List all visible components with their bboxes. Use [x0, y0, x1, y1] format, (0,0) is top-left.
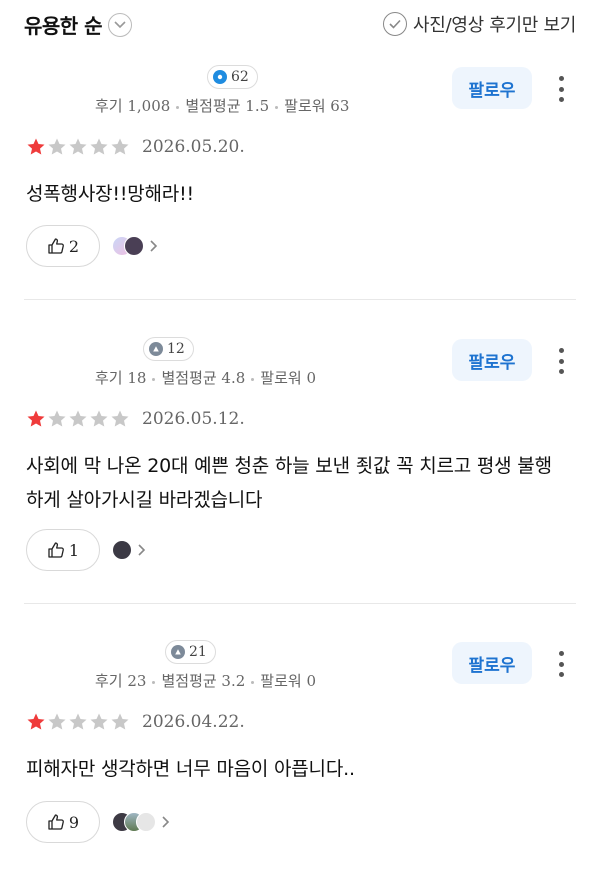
- review-date: 2026.05.12.: [142, 409, 245, 429]
- star-empty-icon: [90, 410, 108, 427]
- reviewer-stats: 후기 1,008 별점평균 1.5 팔로워 63: [95, 97, 350, 115]
- star-rating: [26, 409, 131, 429]
- star-empty-icon: [90, 713, 108, 730]
- avatar: [124, 236, 144, 256]
- star-empty-icon: [69, 713, 87, 730]
- star-empty-icon: [111, 713, 129, 730]
- more-options-icon[interactable]: [556, 348, 566, 374]
- chevron-right-icon: [150, 240, 158, 252]
- star-filled-icon: [27, 713, 45, 730]
- star-rating: [26, 712, 131, 732]
- follow-button[interactable]: 팔로우: [452, 642, 532, 684]
- sort-dropdown[interactable]: 유용한 순: [24, 10, 133, 39]
- like-button[interactable]: 2: [26, 225, 100, 267]
- star-empty-icon: [111, 138, 129, 155]
- review-date: 2026.04.22.: [142, 712, 245, 732]
- liked-users[interactable]: [112, 540, 146, 560]
- filter-label: 사진/영상 후기만 보기: [413, 15, 576, 36]
- level-icon: [149, 342, 163, 356]
- chevron-right-icon: [162, 816, 170, 828]
- star-rating: [26, 137, 131, 157]
- star-empty-icon: [111, 410, 129, 427]
- avatar: [136, 812, 156, 832]
- thumbs-up-icon: [48, 238, 64, 254]
- star-empty-icon: [48, 410, 66, 427]
- review-text: 사회에 막 나온 20대 예쁜 청춘 하늘 보낸 죗값 꼭 치르고 평생 불행하…: [26, 455, 552, 511]
- more-options-icon[interactable]: [556, 651, 566, 677]
- photo-video-filter-toggle[interactable]: 사진/영상 후기만 보기: [383, 11, 576, 37]
- review-date: 2026.05.20.: [142, 137, 245, 157]
- check-circle-icon: [383, 12, 408, 36]
- divider: [24, 299, 576, 300]
- reviewer-level-badge: 12: [143, 337, 194, 361]
- reviewer-stats: 후기 18 별점평균 4.8 팔로워 0: [95, 369, 317, 387]
- sort-label: 유용한 순: [24, 14, 103, 38]
- review-toolbar: 유용한 순 사진/영상 후기만 보기: [0, 0, 600, 50]
- level-icon: [171, 645, 185, 659]
- divider: [24, 603, 576, 604]
- chevron-down-icon: [108, 12, 133, 37]
- star-filled-icon: [27, 410, 45, 427]
- star-filled-icon: [27, 138, 45, 155]
- reviewer-stats: 후기 23 별점평균 3.2 팔로워 0: [95, 672, 317, 690]
- avatar: [112, 540, 132, 560]
- follow-button[interactable]: 팔로우: [452, 67, 532, 109]
- liked-users[interactable]: [112, 236, 158, 256]
- review-text: 성폭행사장!!망해라!!: [26, 183, 194, 205]
- like-button[interactable]: 1: [26, 529, 100, 571]
- star-empty-icon: [48, 138, 66, 155]
- follow-button[interactable]: 팔로우: [452, 339, 532, 381]
- thumbs-up-icon: [48, 814, 64, 830]
- star-empty-icon: [90, 138, 108, 155]
- chevron-right-icon: [138, 544, 146, 556]
- review-text: 피해자만 생각하면 너무 마음이 아픕니다..: [26, 758, 355, 780]
- star-empty-icon: [69, 410, 87, 427]
- reviewer-level-badge: 62: [207, 65, 258, 89]
- level-icon: [213, 70, 227, 84]
- thumbs-up-icon: [48, 542, 64, 558]
- liked-users[interactable]: [112, 812, 170, 832]
- more-options-icon[interactable]: [556, 76, 566, 102]
- star-empty-icon: [48, 713, 66, 730]
- star-empty-icon: [69, 138, 87, 155]
- reviewer-level-badge: 21: [165, 640, 216, 664]
- like-button[interactable]: 9: [26, 801, 100, 843]
